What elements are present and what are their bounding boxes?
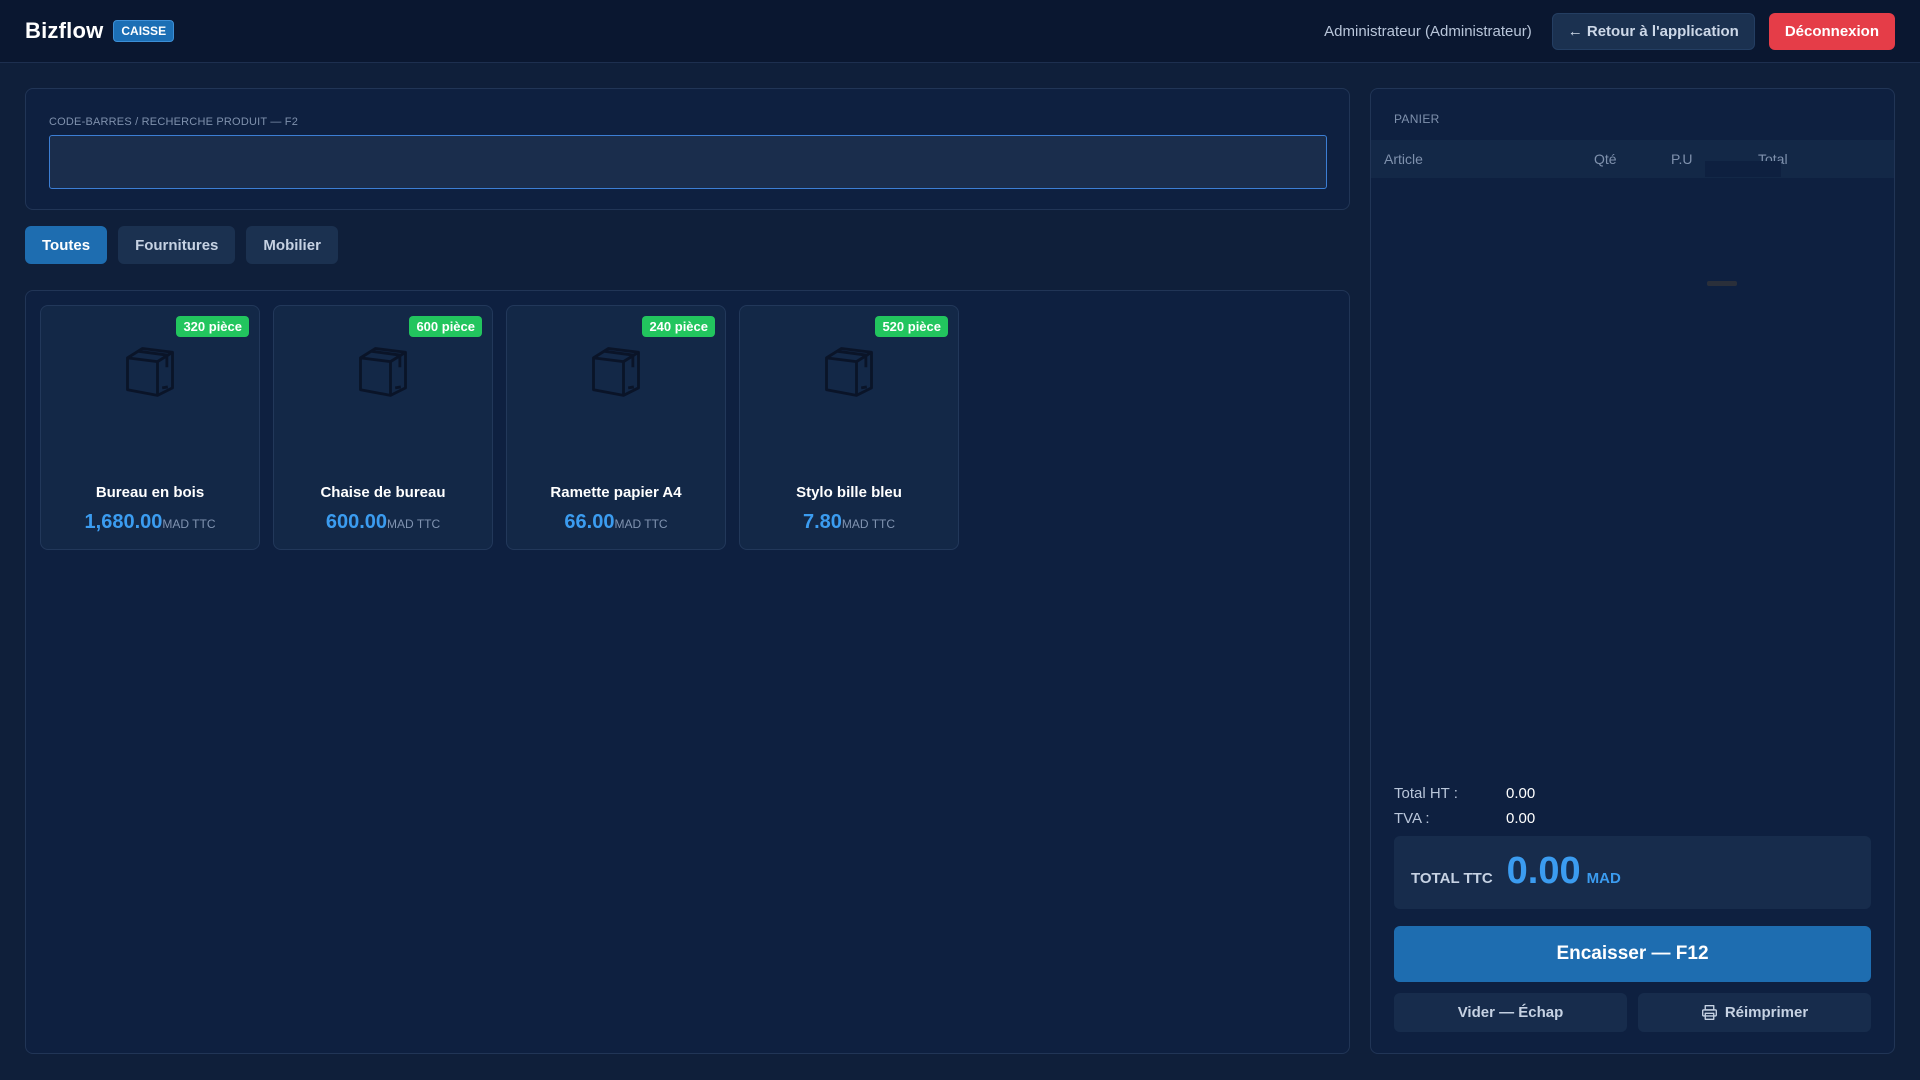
cart-secondary-actions: Vider — Échap Réimprimer (1394, 993, 1871, 1032)
total-ht-value: 0.00 (1506, 785, 1536, 802)
total-ttc-value: 0.00 (1506, 850, 1581, 892)
price-value: 66.00 (564, 511, 615, 533)
cart-panel: PANIER Article Qté P.U Total Total HT : … (1370, 88, 1895, 1054)
box-icon (825, 347, 873, 397)
tab-toutes[interactable]: Toutes (25, 226, 108, 264)
search-panel: CODE-BARRES / RECHERCHE PRODUIT — F2 (25, 88, 1350, 210)
product-card-chaise-de-bureau[interactable]: 600 pièce Chaise de bureau 600.00MAD TTC (273, 305, 493, 550)
cart-title: PANIER (1394, 112, 1440, 126)
category-tabs: Toutes Fournitures Mobilier (25, 226, 338, 264)
product-card-bureau-en-bois[interactable]: 320 pièce Bureau en bois 1,680.00MAD TTC (40, 305, 260, 550)
total-ht-label: Total HT : (1394, 785, 1458, 802)
top-bar: Bizflow CAISSE Administrateur (Administr… (0, 0, 1920, 63)
cart-empty-marker (1707, 281, 1737, 286)
product-card-ramette-papier-a4[interactable]: 240 pièce Ramette papier A4 66.00MAD TTC (506, 305, 726, 550)
total-ttc-box: TOTAL TTC 0.00 MAD (1394, 836, 1871, 909)
brand: Bizflow CAISSE (25, 18, 175, 44)
tab-mobilier[interactable]: Mobilier (246, 226, 338, 264)
column-qty: Qté (1594, 151, 1617, 167)
box-icon (126, 347, 174, 397)
price-unit: MAD TTC (387, 517, 441, 531)
total-ttc-currency: MAD (1586, 870, 1621, 887)
price-value: 600.00 (325, 511, 388, 533)
box-icon (592, 347, 640, 397)
clear-cart-label: Vider — Échap (1457, 1004, 1564, 1021)
price-value: 7.80 (802, 511, 842, 533)
price-value: 1,680.00 (84, 511, 163, 533)
price-unit: MAD TTC (614, 517, 668, 531)
mode-badge: CAISSE (113, 20, 175, 42)
box-icon (359, 347, 407, 397)
product-name: Chaise de bureau (320, 484, 446, 501)
product-name: Stylo bille bleu (796, 484, 902, 501)
barcode-search-input[interactable] (49, 135, 1327, 189)
stock-badge: 240 pièce (642, 316, 715, 337)
product-grid: 320 pièce Bureau en bois 1,680.00MAD TTC… (25, 290, 1350, 1054)
product-price: 1,680.00MAD TTC (41, 511, 259, 534)
tva-row: TVA : 0.00 (1394, 806, 1535, 831)
search-label: CODE-BARRES / RECHERCHE PRODUIT — F2 (49, 116, 299, 128)
column-unit-price: P.U (1671, 151, 1693, 167)
tab-fournitures[interactable]: Fournitures (118, 226, 236, 264)
clear-cart-button[interactable]: Vider — Échap (1394, 993, 1627, 1032)
price-unit: MAD TTC (841, 517, 896, 531)
back-to-app-button[interactable]: ← Retour à l'application (1551, 12, 1755, 50)
tva-value: 0.00 (1506, 810, 1536, 827)
cart-table-header: Article Qté P.U Total (1371, 140, 1894, 178)
current-user: Administrateur (Administrateur) (1324, 22, 1532, 40)
header-actions: Administrateur (Administrateur) ← Retour… (1324, 12, 1895, 50)
product-price: 66.00MAD TTC (507, 511, 725, 534)
reprint-button[interactable]: Réimprimer (1638, 993, 1871, 1032)
cart-subtotals: Total HT : 0.00 TVA : 0.00 (1394, 781, 1535, 831)
price-unit: MAD TTC (162, 517, 216, 531)
checkout-button[interactable]: Encaisser — F12 (1394, 926, 1871, 982)
product-name: Bureau en bois (95, 484, 205, 501)
printer-icon (1701, 1005, 1717, 1020)
stock-badge: 600 pièce (409, 316, 482, 337)
total-ht-row: Total HT : 0.00 (1394, 781, 1535, 806)
product-price: 7.80MAD TTC (740, 511, 958, 534)
header-overlay (1705, 161, 1781, 177)
product-price: 600.00MAD TTC (274, 511, 492, 534)
stock-badge: 320 pièce (176, 316, 249, 337)
tva-label: TVA : (1394, 810, 1430, 827)
column-article: Article (1384, 151, 1423, 167)
total-ttc-label: TOTAL TTC (1411, 870, 1493, 887)
reprint-label: Réimprimer (1724, 1004, 1809, 1021)
product-name: Ramette papier A4 (550, 484, 682, 501)
app-logo-text: Bizflow (25, 18, 104, 43)
logout-button[interactable]: Déconnexion (1768, 12, 1895, 50)
product-card-stylo-bille-bleu[interactable]: 520 pièce Stylo bille bleu 7.80MAD TTC (739, 305, 959, 550)
stock-badge: 520 pièce (875, 316, 948, 337)
